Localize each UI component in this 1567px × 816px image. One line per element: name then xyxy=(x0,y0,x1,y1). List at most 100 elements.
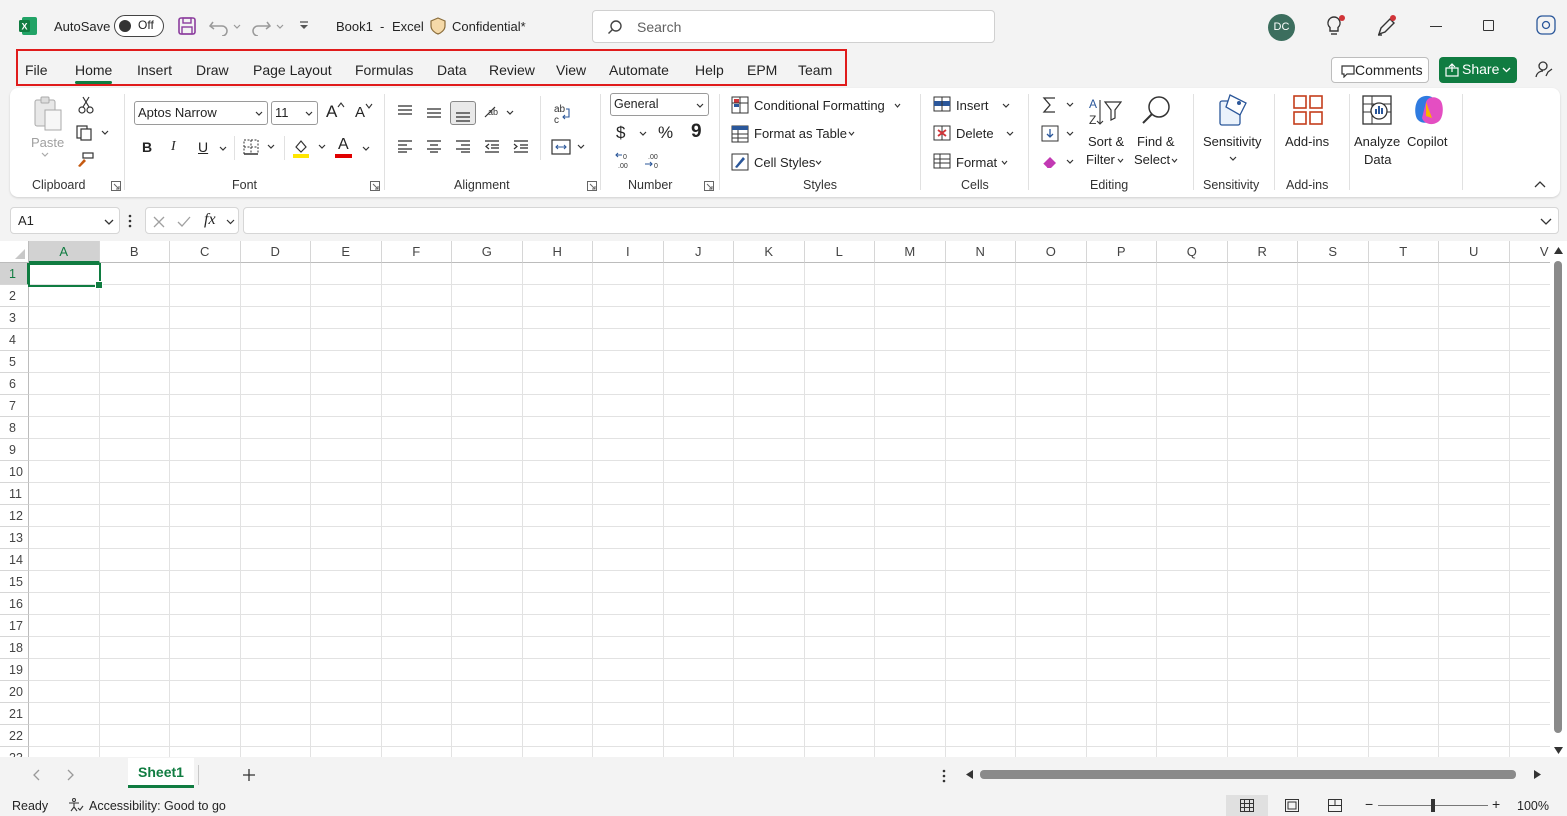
add-sheet-icon[interactable] xyxy=(242,768,256,782)
copy-icon[interactable] xyxy=(76,125,110,141)
row-header[interactable]: 10 xyxy=(0,461,29,483)
zoom-slider-thumb[interactable] xyxy=(1431,799,1435,812)
row-header[interactable]: 5 xyxy=(0,351,29,373)
format-as-table-label[interactable]: Format as Table xyxy=(754,126,847,141)
column-header[interactable]: A xyxy=(29,241,100,263)
analyze-data-label-2[interactable]: Data xyxy=(1364,152,1391,167)
clear-icon[interactable] xyxy=(1041,153,1077,171)
collapse-ribbon-icon[interactable] xyxy=(1534,180,1546,188)
row-header[interactable]: 19 xyxy=(0,659,29,681)
row-header[interactable]: 4 xyxy=(0,329,29,351)
increase-indent-icon[interactable] xyxy=(513,139,529,153)
analyze-data-label-1[interactable]: Analyze xyxy=(1354,134,1400,149)
share-button[interactable]: Share xyxy=(1439,57,1517,83)
save-icon[interactable] xyxy=(177,16,197,36)
fill-icon[interactable] xyxy=(1041,125,1077,143)
spreadsheet-grid[interactable]: ABCDEFGHIJKLMNOPQRSTUV 1 2 3 4 5 6 7 8 9 10 11 12 13… xyxy=(0,241,1550,757)
column-header[interactable]: F xyxy=(381,241,452,263)
row-header[interactable]: 9 xyxy=(0,439,29,461)
row-header[interactable]: 18 xyxy=(0,637,29,659)
chevron-down-icon[interactable] xyxy=(848,131,855,136)
add-ins-icon[interactable] xyxy=(1292,94,1324,126)
column-header[interactable]: L xyxy=(804,241,875,263)
wrap-text-icon[interactable]: ab c xyxy=(553,103,571,125)
column-header[interactable]: P xyxy=(1086,241,1157,263)
column-header[interactable]: K xyxy=(734,241,805,263)
delete-cells-icon[interactable] xyxy=(933,125,953,143)
borders-icon[interactable] xyxy=(243,139,277,155)
align-left-icon[interactable] xyxy=(397,139,413,153)
paste-icon[interactable] xyxy=(31,96,63,132)
maximize-icon[interactable] xyxy=(1483,20,1494,31)
alignment-launcher-icon[interactable] xyxy=(587,181,597,191)
format-cells-icon[interactable] xyxy=(933,153,953,171)
name-box[interactable]: A1 xyxy=(10,207,120,234)
copilot-label[interactable]: Copilot xyxy=(1407,134,1447,149)
chevron-down-icon[interactable] xyxy=(219,146,227,151)
scroll-down-icon[interactable] xyxy=(1554,747,1563,754)
normal-view-button[interactable] xyxy=(1226,795,1268,816)
row-header[interactable]: 1 xyxy=(0,263,29,285)
decrease-decimal-icon[interactable]: .00 0 xyxy=(642,151,664,171)
chevron-down-icon[interactable] xyxy=(1002,103,1010,108)
align-bottom-button[interactable] xyxy=(450,101,476,125)
avatar[interactable]: DC xyxy=(1268,14,1295,41)
sensitivity-icon[interactable] xyxy=(1216,93,1250,127)
selected-cell[interactable] xyxy=(28,263,103,289)
row-header[interactable]: 6 xyxy=(0,373,29,395)
chevron-down-icon[interactable] xyxy=(1117,158,1124,163)
column-header[interactable]: U xyxy=(1439,241,1510,263)
scroll-left-icon[interactable] xyxy=(966,770,973,779)
decrease-indent-icon[interactable] xyxy=(484,139,500,153)
underline-button[interactable]: U xyxy=(198,139,208,155)
redo-icon[interactable] xyxy=(252,16,286,36)
column-header[interactable]: C xyxy=(170,241,241,263)
row-header[interactable]: 11 xyxy=(0,483,29,505)
chevron-down-icon[interactable] xyxy=(226,219,235,225)
row-header[interactable]: 21 xyxy=(0,703,29,725)
chevron-down-icon[interactable] xyxy=(1171,158,1178,163)
font-name-select[interactable]: Aptos Narrow xyxy=(134,101,268,125)
insert-cells-icon[interactable] xyxy=(933,96,953,114)
copilot-chat-icon[interactable] xyxy=(1535,14,1557,38)
align-right-icon[interactable] xyxy=(455,139,471,153)
number-launcher-icon[interactable] xyxy=(704,181,714,191)
row-header[interactable]: 23 xyxy=(0,747,29,757)
column-header[interactable]: B xyxy=(99,241,170,263)
format-painter-icon[interactable] xyxy=(76,152,94,168)
delete-cells-label[interactable]: Delete xyxy=(956,126,994,141)
sort-filter-label-1[interactable]: Sort & xyxy=(1088,134,1124,149)
minimize-icon[interactable] xyxy=(1430,26,1442,27)
add-ins-label[interactable]: Add-ins xyxy=(1285,134,1329,149)
page-break-view-icon[interactable] xyxy=(1328,799,1342,812)
expand-formula-icon[interactable] xyxy=(1540,218,1552,225)
bold-button[interactable]: B xyxy=(142,139,152,155)
format-cells-label[interactable]: Format xyxy=(956,155,997,170)
column-header[interactable]: M xyxy=(875,241,946,263)
decrease-font-button[interactable]: A xyxy=(355,104,365,121)
comma-style-button[interactable]: 9 xyxy=(691,121,702,143)
row-header[interactable]: 7 xyxy=(0,395,29,417)
row-header[interactable]: 12 xyxy=(0,505,29,527)
increase-decimal-icon[interactable]: 0.00 xyxy=(614,151,636,171)
column-header[interactable]: H xyxy=(522,241,593,263)
chevron-down-icon[interactable] xyxy=(894,103,901,108)
find-select-label-1[interactable]: Find & xyxy=(1137,134,1175,149)
row-header[interactable]: 14 xyxy=(0,549,29,571)
sheet-tab-sheet1[interactable]: Sheet1 xyxy=(128,758,194,788)
percent-button[interactable]: % xyxy=(658,123,673,143)
column-header[interactable]: E xyxy=(311,241,382,263)
vertical-scroll-thumb[interactable] xyxy=(1554,261,1562,733)
align-top-icon[interactable] xyxy=(397,104,413,118)
sensitivity-label[interactable]: Confidential* xyxy=(452,19,526,34)
zoom-level[interactable]: 100% xyxy=(1517,799,1549,813)
lightbulb-icon[interactable] xyxy=(1325,14,1347,38)
paste-label[interactable]: Paste xyxy=(31,135,64,150)
column-header[interactable]: O xyxy=(1016,241,1087,263)
analyze-data-icon[interactable] xyxy=(1361,94,1393,126)
sort-filter-label-2[interactable]: Filter xyxy=(1086,152,1115,167)
number-format-select[interactable]: General xyxy=(610,93,709,116)
chevron-down-icon[interactable] xyxy=(1001,160,1008,165)
orientation-icon[interactable]: ab xyxy=(483,103,517,121)
autosave-toggle[interactable]: Off xyxy=(114,15,164,37)
